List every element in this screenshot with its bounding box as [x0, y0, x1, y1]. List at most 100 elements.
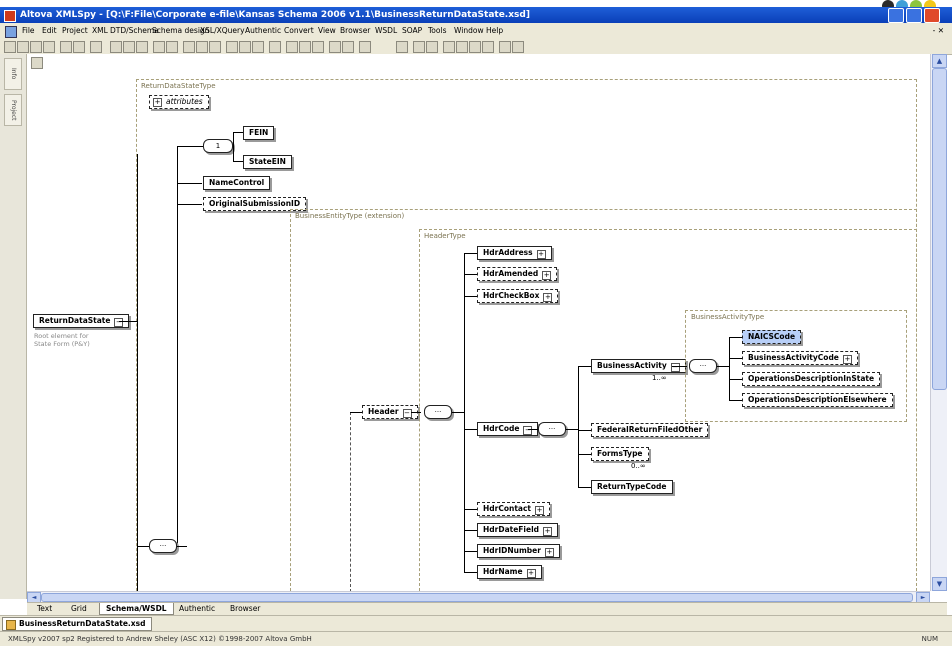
hdridnumber-element[interactable]: HdrIDNumber +	[477, 544, 560, 558]
sequence-compositor-hdrcode[interactable]: ···	[538, 422, 566, 436]
menu-wsdl[interactable]: WSDL	[375, 23, 397, 39]
sequence-compositor-root[interactable]: ···	[149, 539, 177, 553]
validate-icon[interactable]	[269, 41, 281, 53]
formstype-element[interactable]: FormsType	[591, 447, 649, 461]
operationsdescriptionelsewhere-element[interactable]: OperationsDescriptionElsewhere	[742, 393, 893, 407]
collapse-icon: −	[114, 318, 124, 327]
collapse-icon: −	[402, 409, 412, 418]
new-file-icon[interactable]	[4, 41, 16, 53]
document-menu-icon[interactable]	[5, 26, 17, 38]
find-icon[interactable]	[183, 41, 195, 53]
namecontrol-element[interactable]: NameControl	[203, 176, 271, 190]
append-element-icon[interactable]	[239, 41, 251, 53]
menu-help[interactable]: Help	[486, 23, 503, 39]
stateein-element[interactable]: StateEIN	[243, 155, 292, 169]
tab-browser[interactable]: Browser	[224, 603, 266, 614]
restore-button[interactable]	[906, 8, 922, 23]
menu-xml[interactable]: XML	[92, 23, 108, 39]
mdi-controls[interactable]: - ✕	[933, 23, 944, 39]
status-bar: XMLSpy v2007 sp2 Registered to Andrew Sh…	[0, 631, 952, 646]
menu-bar: File Edit Project XML DTD/Schema Schema …	[0, 23, 952, 39]
federalreturnfiledother-element[interactable]: FederalReturnFiledOther	[591, 423, 709, 437]
returntypecode-element[interactable]: ReturnTypeCode	[591, 480, 673, 494]
tab-authentic[interactable]: Authentic	[173, 603, 221, 614]
reload-icon[interactable]	[43, 41, 55, 53]
operationsdescriptioninstate-element[interactable]: OperationsDescriptionInState	[742, 372, 881, 386]
close-button[interactable]	[924, 8, 940, 23]
menu-edit[interactable]: Edit	[42, 23, 57, 39]
vertical-scroll-thumb[interactable]	[932, 68, 947, 390]
businessactivitycode-element[interactable]: BusinessActivityCode +	[742, 351, 858, 365]
menu-window[interactable]: Window	[454, 23, 484, 39]
settings-icon[interactable]	[512, 41, 524, 53]
attributes-toggle[interactable]: + attributes	[149, 95, 209, 109]
layout-2-icon[interactable]	[456, 41, 468, 53]
hdrname-element[interactable]: HdrName +	[477, 565, 542, 579]
scroll-down-icon[interactable]: ▼	[932, 577, 947, 591]
nav-forward-icon[interactable]	[299, 41, 311, 53]
save-icon[interactable]	[60, 41, 72, 53]
hdraddress-element[interactable]: HdrAddress +	[477, 246, 552, 260]
hdramended-element[interactable]: HdrAmended +	[477, 267, 558, 281]
cut-icon[interactable]	[110, 41, 122, 53]
undo-icon[interactable]	[153, 41, 165, 53]
xmlspy-app-icon[interactable]	[4, 10, 16, 22]
zoom-icon[interactable]	[499, 41, 511, 53]
vertical-scrollbar[interactable]: ▲ ▼	[930, 54, 947, 591]
choice-compositor[interactable]: 1	[203, 139, 233, 153]
grid-view-icon[interactable]	[342, 41, 354, 53]
side-tab-info[interactable]: Info	[4, 58, 22, 90]
header-element[interactable]: Header −	[362, 405, 418, 419]
side-tab-project[interactable]: Project	[4, 94, 22, 126]
tab-grid[interactable]: Grid	[65, 603, 93, 614]
minimize-button[interactable]	[888, 8, 904, 23]
nav-back-icon[interactable]	[286, 41, 298, 53]
table-view-icon[interactable]	[329, 41, 341, 53]
hdrcontact-element[interactable]: HdrContact +	[477, 502, 551, 516]
paste-icon[interactable]	[136, 41, 148, 53]
fein-element[interactable]: FEIN	[243, 126, 275, 140]
insert-element-icon[interactable]	[226, 41, 238, 53]
layout-1-icon[interactable]	[443, 41, 455, 53]
find-next-icon[interactable]	[196, 41, 208, 53]
layout-3-icon[interactable]	[469, 41, 481, 53]
tab-text[interactable]: Text	[31, 603, 58, 614]
hdrcheckbox-element[interactable]: HdrCheckBox +	[477, 289, 559, 303]
open-url-icon[interactable]	[30, 41, 42, 53]
redo-icon[interactable]	[166, 41, 178, 53]
xsd-file-icon	[6, 620, 16, 630]
hdrdatefield-element[interactable]: HdrDateField +	[477, 523, 559, 537]
menu-authentic[interactable]: Authentic	[245, 23, 281, 39]
schema-icon[interactable]	[413, 41, 425, 53]
add-child-icon[interactable]	[252, 41, 264, 53]
print-icon[interactable]	[90, 41, 102, 53]
naicscode-element[interactable]: NAICSCode	[742, 330, 802, 344]
menu-file[interactable]: File	[22, 23, 35, 39]
display-all-globals-icon[interactable]	[31, 57, 43, 69]
save-all-icon[interactable]	[73, 41, 85, 53]
menu-browser[interactable]: Browser	[340, 23, 370, 39]
nav-up-icon[interactable]	[312, 41, 324, 53]
open-file-icon[interactable]	[17, 41, 29, 53]
root-element[interactable]: ReturnDataState −	[33, 314, 130, 328]
scroll-up-icon[interactable]: ▲	[932, 54, 947, 68]
horizontal-scroll-thumb[interactable]	[41, 593, 913, 602]
toolbar	[0, 39, 952, 55]
horizontal-scrollbar[interactable]: ◄ ►	[27, 591, 930, 603]
browser-icon[interactable]	[359, 41, 371, 53]
document-tab[interactable]: BusinessReturnDataState.xsd	[2, 617, 153, 631]
sequence-compositor-activity[interactable]: ···	[689, 359, 717, 373]
sequence-compositor-header[interactable]: ···	[424, 405, 452, 419]
menu-xsl-xquery[interactable]: XSL/XQuery	[200, 23, 245, 39]
menu-view[interactable]: View	[318, 23, 336, 39]
replace-icon[interactable]	[209, 41, 221, 53]
menu-convert[interactable]: Convert	[284, 23, 314, 39]
menu-project[interactable]: Project	[62, 23, 88, 39]
xslt-icon[interactable]	[396, 41, 408, 53]
layout-4-icon[interactable]	[482, 41, 494, 53]
tab-schema-wsdl[interactable]: Schema/WSDL	[99, 603, 174, 615]
generate-icon[interactable]	[426, 41, 438, 53]
copy-icon[interactable]	[123, 41, 135, 53]
menu-soap[interactable]: SOAP	[402, 23, 422, 39]
menu-tools[interactable]: Tools	[428, 23, 446, 39]
